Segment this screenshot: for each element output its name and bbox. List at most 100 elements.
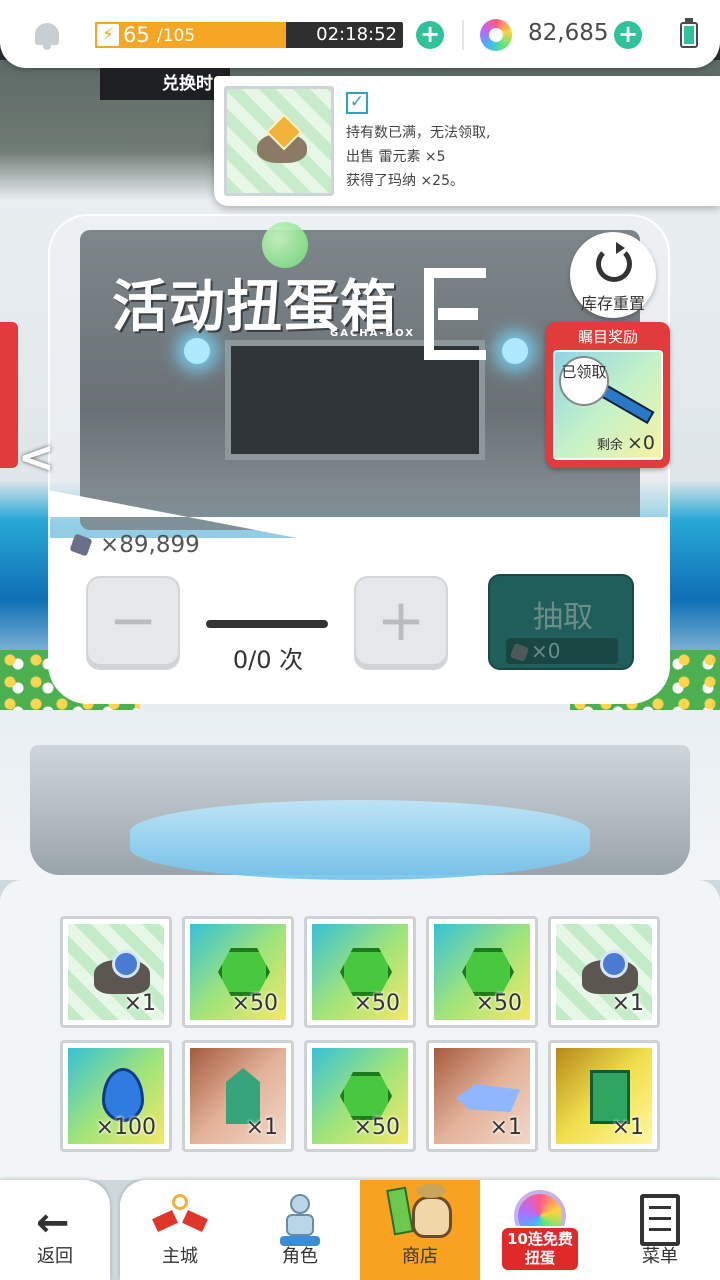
tab-main-city[interactable]: 主城 <box>120 1180 240 1280</box>
gem-count: 82,685 <box>528 20 609 46</box>
bell-icon[interactable] <box>30 20 64 52</box>
item-background: ×50 <box>434 924 530 1020</box>
menu-list-icon <box>640 1194 680 1246</box>
currency-balance: ×89,899 <box>69 532 200 558</box>
stock-reset-label: 库存重置 <box>580 294 645 313</box>
energy-bar: ⚡ 65 /105 02:18:52 <box>95 22 403 48</box>
green-gem-icon <box>218 948 270 996</box>
draw-count: 0/0 次 <box>232 646 304 674</box>
machine-light-right <box>502 338 528 364</box>
tab-label: 主城 <box>162 1246 198 1267</box>
back-button[interactable]: ← 返回 <box>0 1180 110 1280</box>
ore-icon <box>94 950 150 994</box>
main-city-icon <box>150 1194 210 1238</box>
energy-max: /105 <box>157 26 196 46</box>
green-gem-icon <box>340 948 392 996</box>
tab-menu[interactable]: 菜单 <box>600 1180 720 1280</box>
add-energy-button[interactable]: + <box>416 21 444 49</box>
count-bar <box>206 620 328 628</box>
green-gem-icon <box>340 1072 392 1120</box>
battery-icon <box>680 18 698 48</box>
prev-arrow-button[interactable]: < <box>18 432 55 483</box>
eye-reward-card[interactable]: 瞩目奖励 已领取 剩余 ×0 <box>546 322 670 468</box>
toast-line-3: 获得了玛纳 ×25。 <box>346 173 464 189</box>
draw-cost: ×0 <box>506 638 618 664</box>
item-count: ×50 <box>353 991 400 1016</box>
rainbow-orb-icon <box>480 19 512 51</box>
tab-label: 角色 <box>282 1246 318 1267</box>
draw-button[interactable]: 抽取 ×0 <box>488 574 634 670</box>
increase-button[interactable]: + <box>354 576 448 670</box>
status-bar: ⚡ 65 /105 02:18:52 + 82,685 + <box>0 0 720 68</box>
check-icon: ✓ <box>346 92 368 114</box>
add-gems-button[interactable]: + <box>614 21 642 49</box>
draw-cost-value: ×0 <box>531 639 561 663</box>
item-count: ×50 <box>475 991 522 1016</box>
reward-item[interactable]: ×1 <box>182 1040 294 1152</box>
stock-reset-button[interactable]: 库存重置 <box>570 232 656 318</box>
item-background: ×50 <box>312 924 408 1020</box>
decrease-button[interactable]: − <box>86 576 180 670</box>
reward-item[interactable]: ×1 <box>548 1040 660 1152</box>
item-count: ×50 <box>231 991 278 1016</box>
prev-reward-card <box>0 322 18 468</box>
toast-line-2: 出售 雷元素 ×5 <box>346 149 446 165</box>
item-count: ×1 <box>245 1115 278 1140</box>
item-count: ×1 <box>611 991 644 1016</box>
exchange-label: 兑换时 <box>162 74 213 94</box>
energy-timer: 02:18:52 <box>316 24 397 45</box>
machine-pool <box>130 800 590 880</box>
green-gem-icon <box>462 948 514 996</box>
reward-item[interactable]: ×50 <box>182 916 294 1028</box>
item-background: ×1 <box>556 924 652 1020</box>
ore-icon <box>582 950 638 994</box>
item-count: ×1 <box>489 1115 522 1140</box>
reward-item[interactable]: ×100 <box>60 1040 172 1152</box>
remain-count: ×0 <box>626 432 655 454</box>
item-count: ×1 <box>123 991 156 1016</box>
item-count: ×50 <box>353 1115 400 1140</box>
back-label: 返回 <box>37 1246 73 1267</box>
currency-count: ×89,899 <box>100 532 200 558</box>
item-count: ×100 <box>95 1115 156 1140</box>
reward-item[interactable]: ×1 <box>426 1040 538 1152</box>
refresh-icon <box>596 242 632 282</box>
dark-gem-icon <box>509 642 530 663</box>
e-logo-icon <box>424 268 486 360</box>
back-arrow-icon: ← <box>36 1200 70 1246</box>
exchange-strip: 兑换时 <box>100 68 230 100</box>
bottom-nav: ← 返回 主城 角色 商店 菜单 10连免费扭蛋 <box>0 1180 720 1280</box>
reward-item[interactable]: ×1 <box>60 916 172 1028</box>
free-gacha-badge: 10连免费扭蛋 <box>500 1226 580 1272</box>
water-drop-icon <box>102 1068 144 1122</box>
reward-item[interactable]: ×50 <box>304 916 416 1028</box>
tab-label: 菜单 <box>642 1246 678 1267</box>
item-background: ×1 <box>556 1048 652 1144</box>
dark-gem-icon <box>69 533 93 557</box>
item-count: ×1 <box>611 1115 644 1140</box>
reward-item[interactable]: ×1 <box>548 916 660 1028</box>
lightning-icon: ⚡ <box>97 24 119 46</box>
item-background: ×50 <box>312 1048 408 1144</box>
tab-label: 商店 <box>402 1246 438 1267</box>
reward-item[interactable]: ×50 <box>426 916 538 1028</box>
energy-current: 65 <box>123 23 150 47</box>
gacha-subtitle: GACHA-BOX <box>330 328 416 339</box>
tab-character[interactable]: 角色 <box>240 1180 360 1280</box>
item-background: ×50 <box>190 924 286 1020</box>
remain-label: 剩余 <box>596 438 623 453</box>
blue-crystal-icon <box>456 1084 520 1112</box>
item-background: ×1 <box>68 924 164 1020</box>
item-background: ×1 <box>434 1048 530 1144</box>
eye-reward-title: 瞩目奖励 <box>577 328 638 346</box>
toast-item <box>224 86 334 196</box>
reward-item[interactable]: ×50 <box>304 1040 416 1152</box>
eye-reward-item: 已领取 剩余 ×0 <box>553 350 663 460</box>
item-grid: ×1 ×50 ×50 ×50 ×1 ×100 ×1 ×50 ×1 ×1 <box>0 880 720 1180</box>
tab-shop[interactable]: 商店 <box>360 1180 480 1280</box>
shop-bag-icon <box>380 1170 460 1250</box>
item-background: ×1 <box>190 1048 286 1144</box>
eye-reward-remain: 剩余 ×0 <box>597 432 655 454</box>
toast-line-1: 持有数已满，无法领取, <box>346 125 491 141</box>
claimed-stamp: 已领取 <box>559 356 609 406</box>
